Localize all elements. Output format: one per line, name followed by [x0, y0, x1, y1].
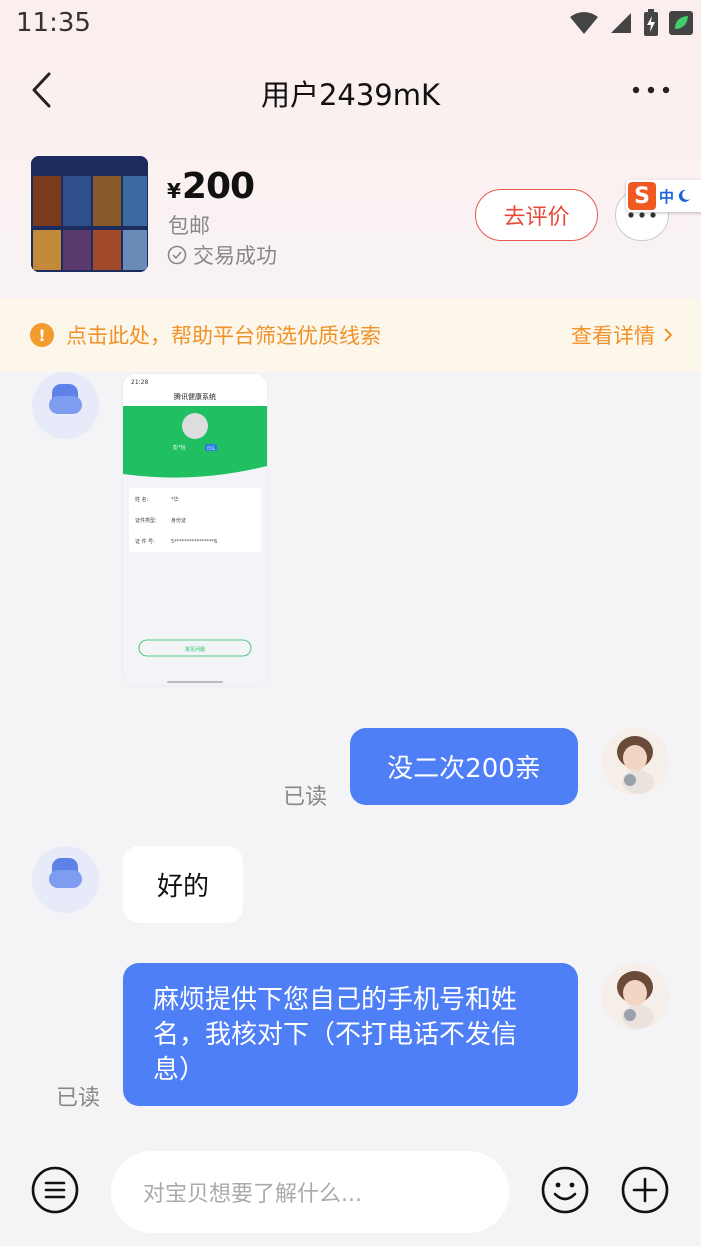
shot-row-value: 5****************6 [171, 539, 217, 545]
battery-icon [644, 9, 658, 36]
trade-status: 交易成功 [167, 240, 277, 270]
read-status: 已读 [283, 785, 328, 810]
image-message[interactable]: 21:28 腾讯健康系统 彭*钰 已认 姓 名: *华 证件类型: 身份证 证 … [123, 374, 267, 686]
sogou-icon: S [628, 182, 656, 210]
message-bubble[interactable]: 没二次200亲 [350, 728, 578, 805]
message-bubble[interactable]: 麻烦提供下您自己的手机号和姓名，我核对下（不打电话不发信息） [123, 963, 578, 1106]
shot-time: 21:28 [131, 379, 148, 386]
avatar[interactable] [32, 372, 99, 439]
shot-faq-button: 常见问题 [185, 646, 205, 653]
moon-icon [678, 189, 691, 202]
more-options-icon[interactable] [631, 78, 671, 102]
status-icons [569, 8, 693, 38]
notice-text: 点击此处，帮助平台筛选优质线索 [66, 324, 381, 348]
user-photo-icon [602, 963, 669, 1030]
wifi-icon [570, 12, 598, 34]
emoji-icon[interactable] [541, 1166, 589, 1214]
page-title: 用户2439mK [260, 78, 441, 112]
shot-row-value: 身份证 [171, 517, 186, 524]
ime-mode: 中 [659, 187, 675, 206]
screenshot-image: 21:28 腾讯健康系统 彭*钰 已认 姓 名: *华 证件类型: 身份证 证 … [123, 374, 267, 686]
default-avatar-icon [49, 858, 82, 888]
self-avatar[interactable] [602, 728, 669, 795]
menu-icon[interactable] [31, 1166, 79, 1214]
read-status: 已读 [56, 1086, 101, 1111]
warning-icon: ! [30, 323, 54, 347]
review-button[interactable]: 去评价 [475, 189, 598, 241]
default-avatar-icon [49, 384, 82, 414]
avatar[interactable] [32, 846, 99, 913]
message-bubble[interactable]: 好的 [123, 846, 243, 923]
game-cards-image [31, 156, 148, 272]
notice-bar[interactable]: ! 点击此处，帮助平台筛选优质线索 查看详情 [0, 298, 701, 372]
more-dots-icon [628, 212, 656, 218]
status-time: 11:35 [16, 8, 91, 38]
ime-indicator[interactable]: S 中 [626, 180, 701, 212]
notice-link[interactable]: 查看详情 [571, 320, 673, 350]
shot-title: 腾讯健康系统 [174, 392, 216, 401]
message-input[interactable]: 对宝贝想要了解什么... [111, 1151, 509, 1233]
shot-row-value: *华 [171, 496, 179, 503]
shot-row-label: 证 件 号: [135, 538, 155, 545]
product-thumbnail[interactable] [31, 156, 148, 272]
shot-row-label: 姓 名: [135, 496, 149, 503]
user-photo-icon [602, 728, 669, 795]
shot-name: 彭*钰 [173, 444, 186, 451]
check-circle-icon [167, 245, 187, 265]
notification-leaf-icon [669, 11, 693, 35]
chevron-right-icon [664, 328, 673, 342]
shot-row-label: 证件类型: [135, 517, 157, 524]
shipping-label: 包邮 [168, 214, 210, 238]
signal-icon [611, 13, 631, 33]
product-price: ¥200 [167, 166, 255, 207]
shot-badge: 已认 [207, 445, 215, 451]
add-icon[interactable] [621, 1166, 669, 1214]
self-avatar[interactable] [602, 963, 669, 1030]
